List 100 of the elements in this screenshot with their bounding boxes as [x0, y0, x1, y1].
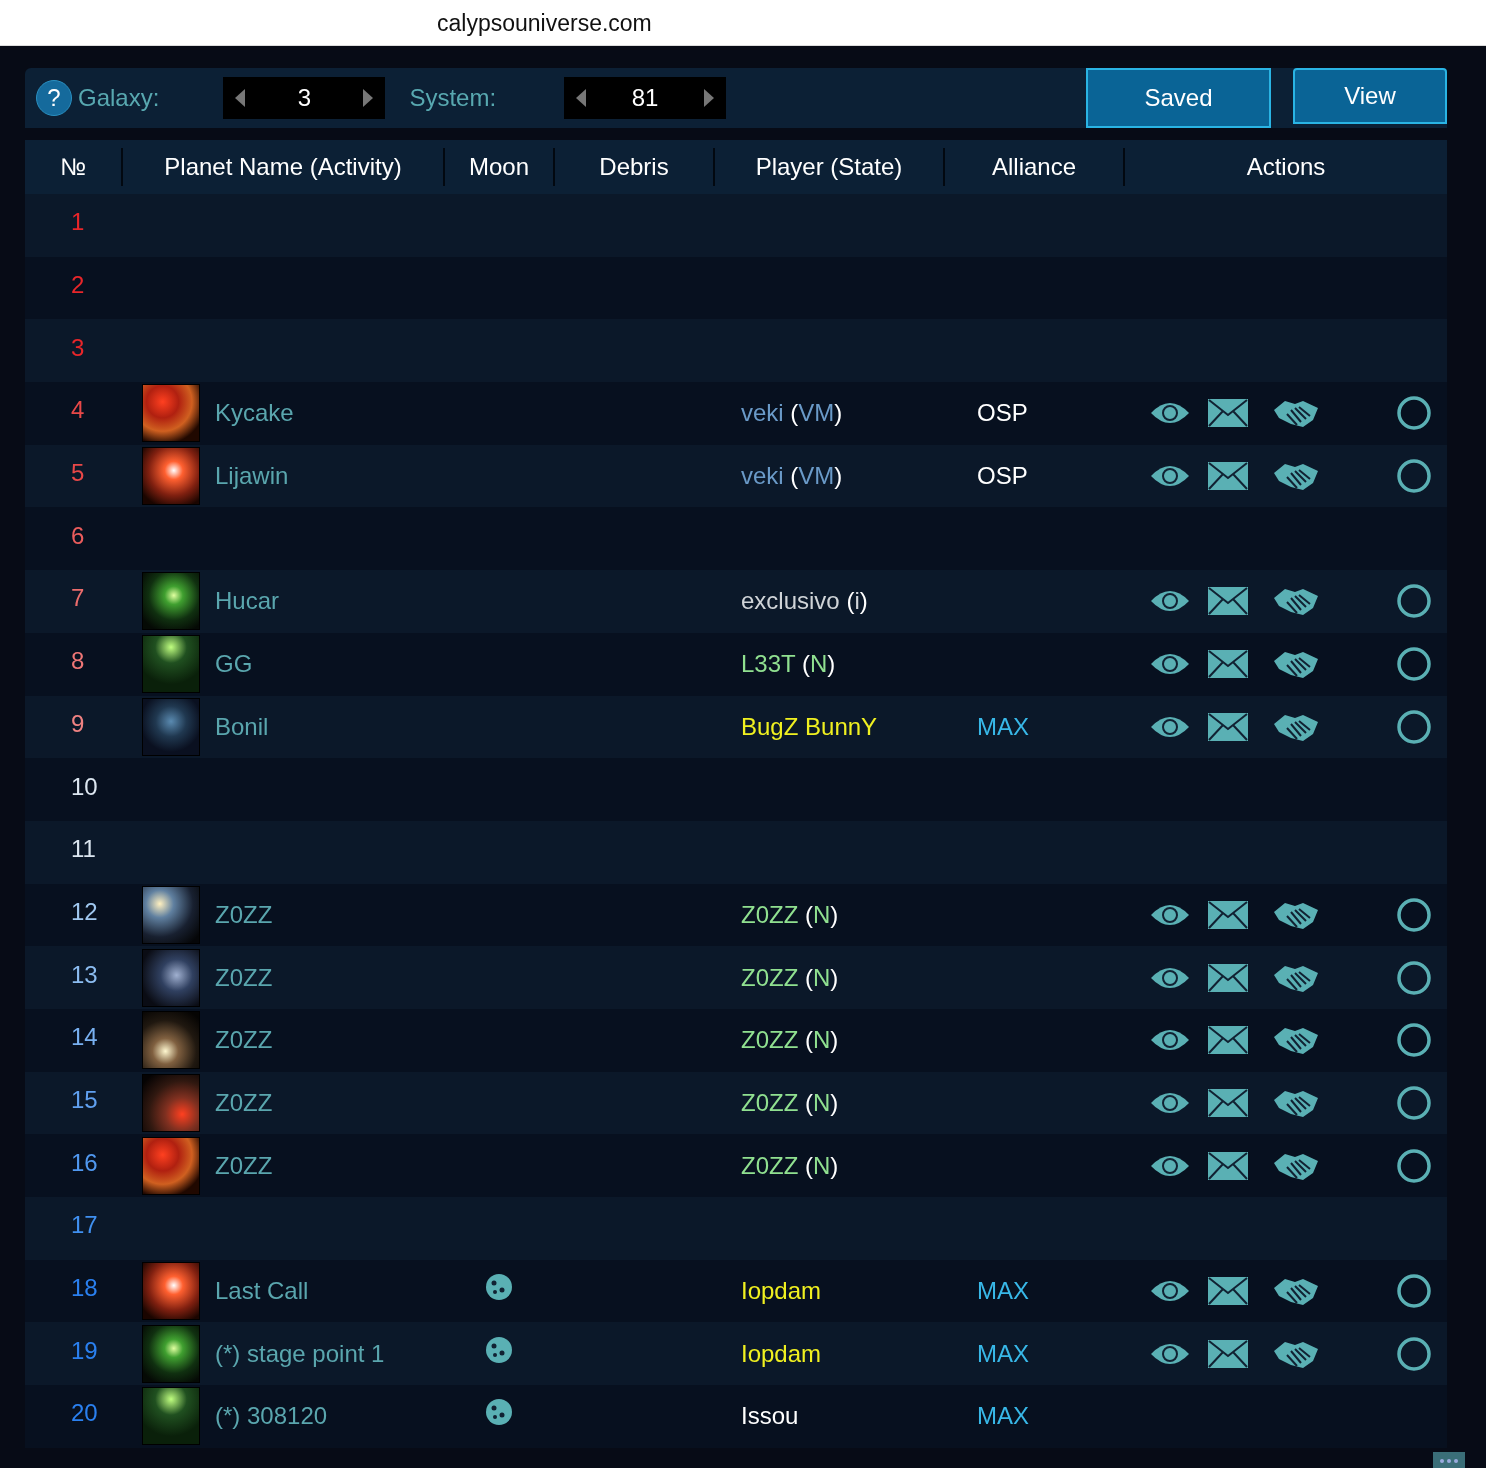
address-url: calypsouniverse.com: [437, 9, 652, 38]
saved-button[interactable]: Saved: [1086, 68, 1271, 128]
radio-button[interactable]: [1397, 584, 1431, 619]
column-header: №: [25, 148, 123, 186]
alliance-name[interactable]: MAX: [945, 1335, 1029, 1372]
column-header: Moon: [445, 148, 555, 186]
planet-image: [142, 635, 200, 694]
envelope-icon[interactable]: [1208, 650, 1248, 679]
player-name[interactable]: BugZ BunnY: [715, 712, 878, 740]
field-label: Galaxy:: [78, 83, 160, 113]
envelope-icon[interactable]: [1208, 1277, 1248, 1306]
slot-number: 4: [70, 395, 86, 426]
field-label: System:: [409, 83, 497, 113]
envelope-icon[interactable]: [1208, 1339, 1248, 1368]
envelope-icon[interactable]: [1208, 900, 1248, 929]
planet-name[interactable]: (*) stage point 1: [215, 1335, 385, 1372]
planet-image: [142, 384, 200, 443]
player-name[interactable]: exclusivo (i): [715, 587, 868, 615]
envelope-icon[interactable]: [1208, 712, 1248, 741]
player-name[interactable]: Issou: [715, 1402, 799, 1430]
view-button[interactable]: View: [1293, 68, 1447, 124]
stepper-value: 81: [631, 83, 659, 113]
handshake-icon[interactable]: [1273, 649, 1319, 680]
radio-button[interactable]: [1397, 960, 1431, 995]
player-name[interactable]: Z0ZZ (N): [715, 1026, 839, 1054]
handshake-icon[interactable]: [1273, 586, 1319, 617]
column-header: Planet Name (Activity): [123, 148, 445, 186]
planet-name[interactable]: Hucar: [215, 583, 280, 620]
player-name[interactable]: Z0ZZ (N): [715, 963, 839, 991]
player-name[interactable]: L33T (N): [715, 650, 836, 678]
envelope-icon[interactable]: [1208, 462, 1248, 491]
radio-button[interactable]: [1397, 709, 1431, 744]
envelope-icon[interactable]: [1208, 963, 1248, 992]
right-arrow-icon[interactable]: [363, 89, 374, 107]
player-name[interactable]: veki (VM): [715, 399, 843, 427]
alliance-name[interactable]: MAX: [945, 1273, 1029, 1310]
help-button[interactable]: ?: [36, 80, 72, 116]
number-stepper[interactable]: 81: [564, 77, 727, 119]
handshake-icon[interactable]: [1273, 1025, 1319, 1056]
stepper-value: 3: [297, 83, 312, 113]
slot-number: 8: [70, 646, 86, 677]
planet-name[interactable]: Z0ZZ: [215, 896, 273, 933]
radio-button[interactable]: [1397, 1336, 1431, 1371]
player-name[interactable]: Z0ZZ (N): [715, 1088, 839, 1116]
radio-button[interactable]: [1397, 897, 1431, 932]
player-name[interactable]: veki (VM): [715, 462, 843, 490]
radio-button[interactable]: [1397, 1274, 1431, 1309]
alliance-name[interactable]: OSP: [945, 395, 1028, 432]
planet-name[interactable]: (*) 308120: [215, 1398, 328, 1435]
player-name[interactable]: Iopdam: [715, 1277, 822, 1305]
planet-image: [142, 572, 200, 631]
number-stepper[interactable]: 3: [223, 77, 386, 119]
planet-name[interactable]: GG: [215, 646, 253, 683]
slot-number: 5: [70, 458, 86, 489]
player-name[interactable]: Z0ZZ (N): [715, 1151, 839, 1179]
planet-image: [142, 1073, 200, 1132]
envelope-icon[interactable]: [1208, 587, 1248, 616]
planet-image: [142, 948, 200, 1007]
slot-number: 10: [70, 771, 99, 802]
alliance-name[interactable]: OSP: [945, 458, 1028, 495]
handshake-icon[interactable]: [1273, 1276, 1319, 1307]
radio-button[interactable]: [1397, 1023, 1431, 1058]
radio-button[interactable]: [1397, 396, 1431, 431]
right-arrow-icon[interactable]: [704, 89, 715, 107]
planet-name[interactable]: Z0ZZ: [215, 1084, 273, 1121]
planet-name[interactable]: Last Call: [215, 1273, 309, 1310]
player-name[interactable]: Z0ZZ (N): [715, 900, 839, 928]
radio-button[interactable]: [1397, 459, 1431, 494]
planet-image: [142, 1387, 200, 1446]
left-arrow-icon[interactable]: [576, 89, 587, 107]
radio-button[interactable]: [1397, 647, 1431, 682]
radio-button[interactable]: [1397, 1085, 1431, 1120]
planet-name[interactable]: Z0ZZ: [215, 959, 273, 996]
planet-name[interactable]: Lijawin: [215, 458, 289, 495]
envelope-icon[interactable]: [1208, 1026, 1248, 1055]
planet-image: [142, 1324, 200, 1383]
planet-name[interactable]: Bonil: [215, 708, 269, 745]
envelope-icon[interactable]: [1208, 1088, 1248, 1117]
envelope-icon[interactable]: [1208, 1151, 1248, 1180]
slot-number: 18: [70, 1273, 99, 1304]
player-name[interactable]: Iopdam: [715, 1339, 822, 1367]
column-header: Alliance: [945, 148, 1125, 186]
planet-image: [142, 447, 200, 506]
radio-button[interactable]: [1397, 1148, 1431, 1183]
more-icon[interactable]: [1433, 1452, 1465, 1468]
slot-number: 13: [70, 959, 99, 990]
slot-number: 20: [70, 1398, 99, 1429]
planet-image: [142, 697, 200, 756]
planet-name[interactable]: Kycake: [215, 395, 294, 432]
planet-name[interactable]: Z0ZZ: [215, 1147, 273, 1184]
alliance-name[interactable]: MAX: [945, 708, 1029, 745]
envelope-icon[interactable]: [1208, 399, 1248, 428]
alliance-name[interactable]: MAX: [945, 1398, 1029, 1435]
slot-number: 11: [70, 834, 97, 865]
slot-number: 15: [70, 1084, 99, 1115]
handshake-icon[interactable]: [1273, 461, 1319, 492]
left-arrow-icon[interactable]: [235, 89, 246, 107]
handshake-icon[interactable]: [1273, 398, 1319, 429]
planet-name[interactable]: Z0ZZ: [215, 1022, 273, 1059]
slot-number: 6: [70, 520, 86, 551]
